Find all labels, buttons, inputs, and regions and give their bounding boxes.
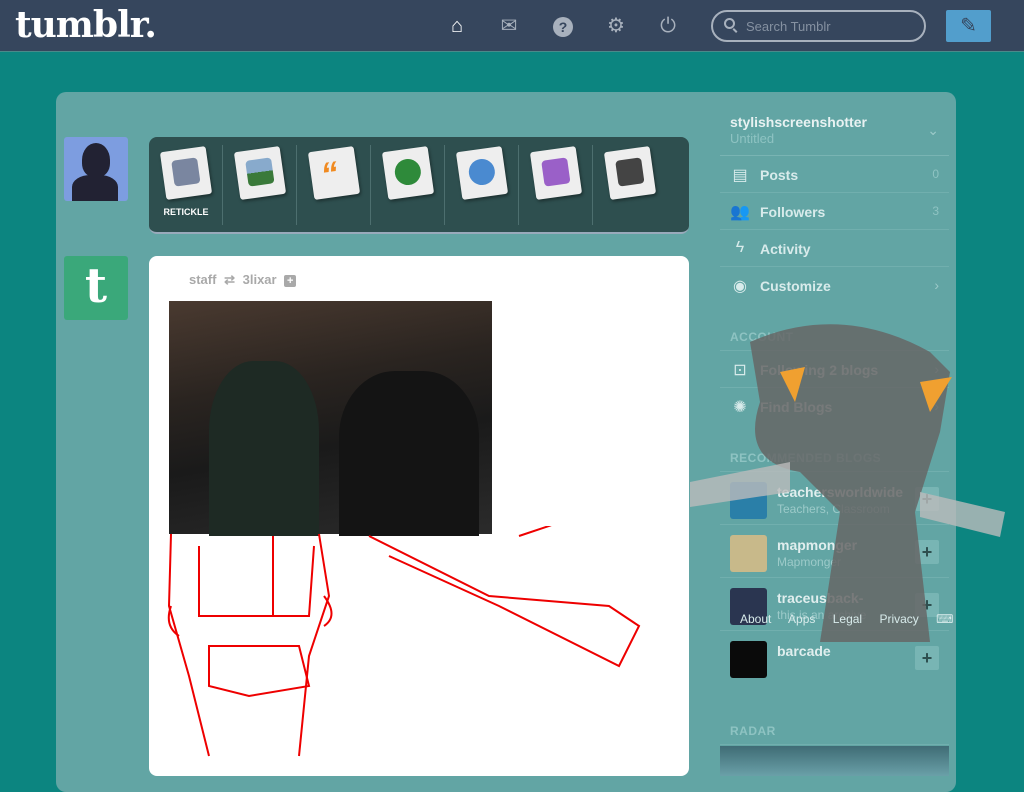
followers-icon: 👥 [730,204,750,221]
blog-title: Untitled [730,131,775,146]
keyboard-icon[interactable]: ⌨ [936,612,953,626]
top-bar: tumblr. ⌂ ✉ ? ⚙ ⏻ ✎ [0,0,1024,52]
reblog-icon: ⇄ [224,272,235,287]
posts-icon: ▤ [732,167,748,184]
user-avatar[interactable] [64,137,128,201]
following-icon: ⊡ [733,362,747,379]
post-type-video[interactable] [593,145,667,225]
blog-avatar[interactable] [730,641,767,678]
footer-apps[interactable]: Apps [788,612,815,626]
recommended-blog[interactable]: barcade + [720,631,949,684]
item-count: 3 [932,204,939,218]
settings-icon[interactable]: ⚙ [604,14,628,38]
item-count: 0 [932,167,939,181]
item-label: Following 2 blogs [760,362,879,378]
chevron-down-icon: ⌄ [927,122,939,138]
radar-heading: RADAR [720,698,949,745]
recommended-blog[interactable]: teachersworldwide Teachers, Classroom + [720,472,949,525]
footer-links: About Apps Legal Privacy ⌨ [740,612,967,626]
blog-switcher[interactable]: stylishscreenshotter Untitled ⌄ [720,100,949,156]
staff-avatar[interactable]: t [64,256,128,320]
post-photo[interactable] [169,301,492,536]
sidebar-item-posts[interactable]: ▤ Posts 0 [720,156,949,193]
follow-button[interactable]: + [915,646,939,670]
power-icon[interactable]: ⏻ [656,14,680,38]
footer-legal[interactable]: Legal [833,612,862,626]
recommended-heading: RECOMMENDED BLOGS [720,425,949,472]
post-type-quote[interactable]: “ [297,145,371,225]
item-label: Customize [760,278,831,294]
sidebar: stylishscreenshotter Untitled ⌄ ▤ Posts 0 … [720,100,949,745]
footer-privacy[interactable]: Privacy [879,612,918,626]
sidebar-item-find-blogs[interactable]: ✺ Find Blogs › [720,388,949,425]
post-author[interactable]: staff [189,272,216,287]
item-label: Posts [760,167,799,183]
red-line-drawing [167,526,641,757]
chevron-right-icon: › [934,361,939,377]
reblog-source[interactable]: 3lixar [243,272,277,287]
search-input[interactable] [711,10,926,42]
follow-button[interactable]: + [915,540,939,564]
sidebar-item-customize[interactable]: ◉ Customize › [720,267,949,304]
blog-name[interactable]: traceusback- [777,590,917,606]
compose-button[interactable]: ✎ [946,10,991,42]
blog-desc: Teachers, Classroom [777,502,890,516]
mail-icon[interactable]: ✉ [497,14,521,38]
lightning-icon: ϟ [735,239,745,256]
item-label: Activity [760,241,811,257]
search-icon [724,18,735,29]
blog-avatar[interactable] [730,535,767,572]
post-type-text[interactable]: RETICKLE [149,145,223,225]
sidebar-item-following[interactable]: ⊡ Following 2 blogs › [720,351,949,388]
sidebar-item-followers[interactable]: 👥 Followers 3 [720,193,949,230]
tumblr-logo[interactable]: tumblr. [15,4,157,46]
account-heading: ACCOUNT [720,304,949,351]
post-header: staff ⇄ 3lixar + [189,272,300,288]
chevron-right-icon: › [934,277,939,293]
blog-name[interactable]: barcade [777,643,917,659]
find-blogs-icon: ✺ [733,399,747,416]
blog-name: stylishscreenshotter [730,114,867,130]
recommended-blog[interactable]: mapmonger Mapmonger + [720,525,949,578]
post-type-link[interactable] [371,145,445,225]
post-type-chat[interactable] [445,145,519,225]
post-type-bar: RETICKLE “ [149,137,689,234]
blog-name[interactable]: teachersworldwide [777,484,917,500]
item-label: Find Blogs [760,399,833,415]
follow-button[interactable]: + [915,487,939,511]
post-type-photo[interactable] [223,145,297,225]
help-icon[interactable]: ? [551,14,575,38]
blog-desc: Mapmonger [777,555,842,569]
follow-icon[interactable]: + [284,275,297,287]
radar-post[interactable] [720,746,949,776]
blog-name[interactable]: mapmonger [777,537,917,553]
sidebar-item-activity[interactable]: ϟ Activity [720,230,949,267]
post-card: staff ⇄ 3lixar + [149,256,689,776]
eye-icon: ◉ [733,278,747,295]
post-type-audio[interactable] [519,145,593,225]
blog-avatar[interactable] [730,482,767,519]
home-icon[interactable]: ⌂ [445,14,469,38]
chevron-right-icon: › [934,398,939,414]
item-label: Followers [760,204,826,220]
footer-about[interactable]: About [740,612,771,626]
